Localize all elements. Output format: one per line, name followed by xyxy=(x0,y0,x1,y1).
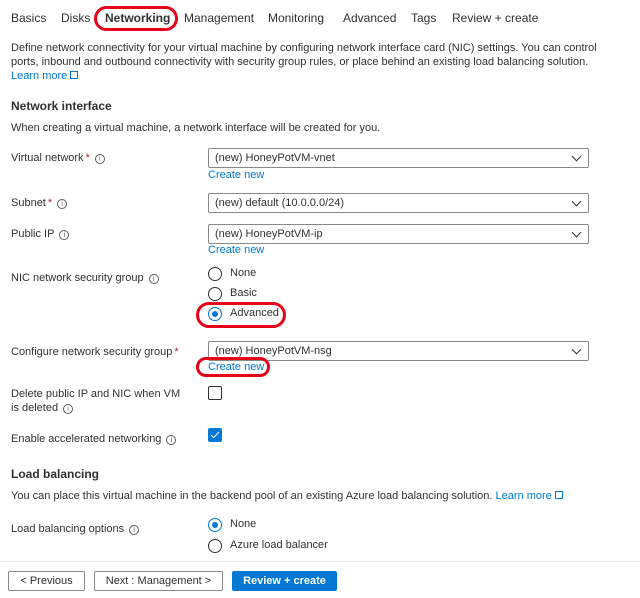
public-ip-label: Public IP i xyxy=(11,227,70,241)
public-ip-label-text: Public IP xyxy=(11,228,55,240)
network-interface-heading: Network interface xyxy=(11,99,112,113)
intro-text: Define network connectivity for your vir… xyxy=(11,42,597,68)
required-marker: * xyxy=(47,197,53,209)
delete-public-ip-checkbox[interactable] xyxy=(208,386,222,400)
virtual-network-label-text: Virtual network xyxy=(11,152,84,164)
configure-nsg-select[interactable]: (new) HoneyPotVM-nsg xyxy=(208,341,589,361)
intro-description: Define network connectivity for your vir… xyxy=(11,41,611,83)
configure-nsg-value: (new) HoneyPotVM-nsg xyxy=(215,345,332,357)
tab-bar: Basics Disks Networking Management Monit… xyxy=(0,0,640,36)
info-icon[interactable]: i xyxy=(57,199,68,209)
nic-nsg-label: NIC network security group i xyxy=(11,271,159,285)
info-icon[interactable]: i xyxy=(63,404,74,414)
tab-advanced[interactable]: Advanced xyxy=(343,11,396,25)
configure-nsg-label-text: Configure network security group xyxy=(11,346,173,358)
tab-disks[interactable]: Disks xyxy=(61,11,90,25)
radio-button[interactable] xyxy=(208,287,222,301)
delete-public-ip-label-text: Delete public IP and NIC when VM is dele… xyxy=(11,388,181,414)
info-icon[interactable]: i xyxy=(129,525,140,535)
subnet-label-text: Subnet xyxy=(11,197,46,209)
tab-management[interactable]: Management xyxy=(184,11,254,25)
configure-nsg-create-new[interactable]: Create new xyxy=(208,361,264,373)
virtual-network-label: Virtual network * i xyxy=(11,151,105,165)
checkmark-icon xyxy=(210,429,220,439)
public-ip-create-new[interactable]: Create new xyxy=(208,244,264,256)
radio-button[interactable] xyxy=(208,267,222,281)
accelerated-networking-label: Enable accelerated networking i xyxy=(11,432,177,446)
required-marker: * xyxy=(174,346,179,358)
configure-nsg-label: Configure network security group * xyxy=(11,345,179,359)
subnet-label: Subnet * i xyxy=(11,196,68,210)
chevron-down-icon xyxy=(571,151,582,162)
subnet-value: (new) default (10.0.0.0/24) xyxy=(215,197,345,209)
next-button[interactable]: Next : Management > xyxy=(94,571,223,591)
load-balancing-options-label-text: Load balancing options xyxy=(11,523,125,535)
info-icon[interactable]: i xyxy=(94,154,105,164)
virtual-network-create-new[interactable]: Create new xyxy=(208,169,264,181)
tab-monitoring[interactable]: Monitoring xyxy=(268,11,324,25)
radio-label: None xyxy=(230,518,257,530)
external-link-icon xyxy=(554,491,563,499)
radio-label: Azure load balancer xyxy=(230,539,328,551)
learn-more-link[interactable]: Learn more xyxy=(496,490,552,502)
radio-label: Basic xyxy=(230,287,257,299)
info-icon[interactable]: i xyxy=(59,230,70,240)
nic-nsg-label-text: NIC network security group xyxy=(11,272,144,284)
virtual-network-value: (new) HoneyPotVM-vnet xyxy=(215,152,335,164)
radio-label: Advanced xyxy=(230,307,279,319)
chevron-down-icon xyxy=(571,196,582,207)
tab-review-create[interactable]: Review + create xyxy=(452,11,538,25)
public-ip-select[interactable]: (new) HoneyPotVM-ip xyxy=(208,224,589,244)
load-balancing-options-label: Load balancing options i xyxy=(11,522,140,536)
radio-label: None xyxy=(230,267,257,279)
tab-basics[interactable]: Basics xyxy=(11,11,46,25)
info-icon[interactable]: i xyxy=(166,435,177,445)
required-marker: * xyxy=(85,152,90,164)
learn-more-link[interactable]: Learn more xyxy=(11,70,67,82)
tab-tags[interactable]: Tags xyxy=(411,11,436,25)
review-create-button[interactable]: Review + create xyxy=(232,571,337,591)
load-balancing-desc: You can place this virtual machine in th… xyxy=(11,490,563,502)
network-interface-desc: When creating a virtual machine, a netwo… xyxy=(11,122,381,134)
accelerated-networking-label-text: Enable accelerated networking xyxy=(11,433,162,445)
chevron-down-icon xyxy=(571,227,582,238)
external-link-icon xyxy=(70,71,79,79)
chevron-down-icon xyxy=(571,344,582,355)
radio-button-selected[interactable] xyxy=(208,307,222,321)
tab-networking[interactable]: Networking xyxy=(105,11,170,25)
virtual-network-select[interactable]: (new) HoneyPotVM-vnet xyxy=(208,148,589,168)
footer-divider xyxy=(0,561,640,562)
previous-button[interactable]: < Previous xyxy=(8,571,85,591)
load-balancing-desc-text: You can place this virtual machine in th… xyxy=(11,490,493,502)
public-ip-value: (new) HoneyPotVM-ip xyxy=(215,228,323,240)
load-balancing-heading: Load balancing xyxy=(11,467,100,481)
accelerated-networking-checkbox[interactable] xyxy=(208,428,222,442)
delete-public-ip-label: Delete public IP and NIC when VM is dele… xyxy=(11,387,191,415)
radio-button-selected[interactable] xyxy=(208,518,222,532)
info-icon[interactable]: i xyxy=(148,274,159,284)
radio-button[interactable] xyxy=(208,539,222,553)
subnet-select[interactable]: (new) default (10.0.0.0/24) xyxy=(208,193,589,213)
